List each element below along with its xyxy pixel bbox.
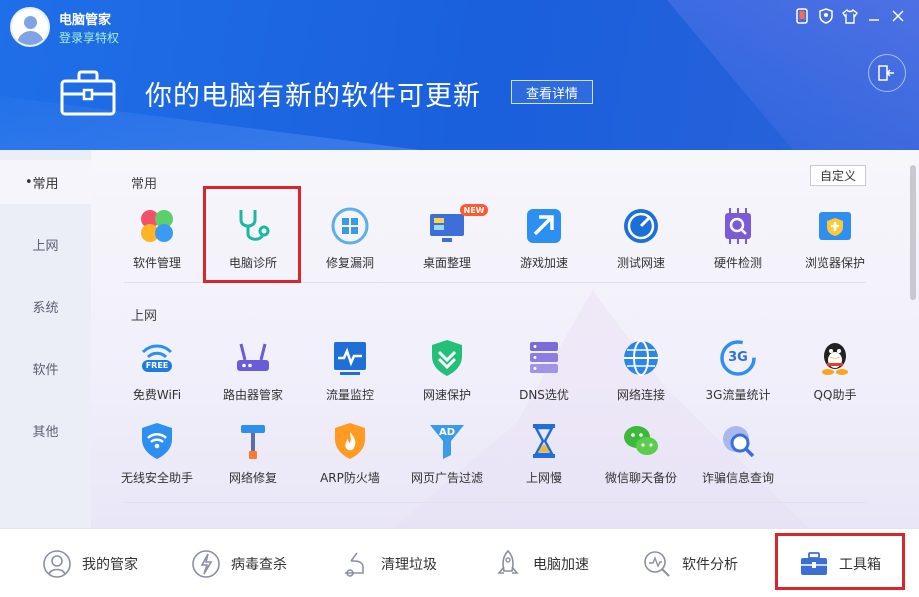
tool-wireless-security[interactable]: 无线安全助手: [108, 421, 206, 491]
panel-exit-icon: [878, 65, 894, 81]
app-title: 电脑管家: [59, 13, 112, 28]
tool-game-boost[interactable]: 游戏加速: [495, 206, 593, 276]
qq-penguin-icon: [815, 338, 855, 378]
tool-free-wifi[interactable]: FREE 免费WiFi: [108, 338, 206, 408]
tool-qq-assistant[interactable]: QQ助手: [786, 338, 884, 408]
dns-icon: [524, 338, 564, 378]
shirt-icon[interactable]: [841, 7, 859, 25]
firewall-icon: [330, 421, 370, 461]
exit-panel-button[interactable]: [868, 54, 906, 92]
nav-virus-scan[interactable]: 病毒查杀: [191, 529, 287, 597]
highlight-pc-clinic: [203, 186, 301, 283]
window-controls: [793, 7, 907, 25]
sidebar-item-other[interactable]: 其他: [0, 408, 91, 452]
hardware-check-icon: [718, 206, 758, 246]
highlight-toolbox: [775, 533, 905, 590]
shield-icon[interactable]: [817, 7, 835, 25]
virus-scan-icon: [192, 549, 220, 578]
avatar[interactable]: [10, 7, 50, 47]
update-headline: 你的电脑有新的软件可更新: [145, 81, 481, 112]
tool-wechat-backup[interactable]: 微信聊天备份: [592, 421, 690, 491]
sidebar-item-system[interactable]: 系统: [0, 284, 91, 328]
tool-traffic-monitor[interactable]: 流量监控: [301, 338, 399, 408]
software-manager-icon: [137, 206, 177, 246]
3g-icon: 3G: [718, 338, 758, 378]
network-repair-icon: [233, 421, 273, 461]
tool-software-manager[interactable]: 软件管理: [108, 206, 206, 276]
sidebar-item-software[interactable]: 软件: [0, 346, 91, 390]
nav-clean-junk[interactable]: 清理垃圾: [341, 529, 437, 597]
tool-browser-protection[interactable]: 浏览器保护: [786, 206, 884, 276]
toolbox-icon: [60, 70, 116, 116]
tool-network-repair[interactable]: 网络修复: [204, 421, 302, 491]
repair-vulnerability-icon: [330, 206, 370, 246]
wifi-shield-icon: [137, 421, 177, 461]
nav-my-butler[interactable]: 我的管家: [42, 529, 138, 597]
tool-repair-vulnerability[interactable]: 修复漏洞: [301, 206, 399, 276]
tool-arp-firewall[interactable]: ARP防火墙: [301, 421, 399, 491]
sidebar-item-common[interactable]: 常用: [0, 160, 91, 204]
browser-protection-icon: [815, 206, 855, 246]
router-icon: [233, 338, 273, 378]
tool-slow-internet[interactable]: 上网慢: [495, 421, 593, 491]
tool-speed-test[interactable]: 测试网速: [592, 206, 690, 276]
new-badge: NEW: [460, 204, 488, 216]
free-wifi-icon: FREE: [137, 338, 177, 378]
tool-router-manager[interactable]: 路由器管家: [204, 338, 302, 408]
customize-button[interactable]: 自定义: [810, 165, 866, 186]
speed-protection-icon: [427, 338, 467, 378]
butler-icon: [43, 549, 71, 578]
hourglass-icon: [524, 421, 564, 461]
speed-test-icon: [621, 206, 661, 246]
fraud-query-icon: [718, 421, 758, 461]
background-mountain: [391, 290, 811, 528]
traffic-monitor-icon: [330, 338, 370, 378]
tool-speed-protection[interactable]: 网速保护: [398, 338, 496, 408]
analysis-icon: [644, 550, 670, 577]
game-boost-icon: [524, 206, 564, 246]
tool-desktop-organizer[interactable]: 桌面整理: [398, 206, 496, 276]
sidebar-item-internet[interactable]: 上网: [0, 222, 91, 266]
tool-ad-filter[interactable]: AD 网页广告过滤: [398, 421, 496, 491]
nav-software-analysis[interactable]: 软件分析: [642, 529, 738, 597]
rocket-icon: [497, 549, 519, 574]
free-badge: FREE: [145, 361, 169, 370]
login-link[interactable]: 登录享特权: [59, 29, 119, 46]
minimize-icon[interactable]: [865, 7, 883, 25]
tool-dns[interactable]: DNS选优: [495, 338, 593, 408]
scrollbar[interactable]: [910, 165, 916, 300]
tool-network-connection[interactable]: 网络连接: [592, 338, 690, 408]
wechat-icon: [621, 421, 661, 461]
ad-filter-icon: AD: [427, 421, 467, 461]
tool-hardware-check[interactable]: 硬件检测: [689, 206, 787, 276]
tool-fraud-query[interactable]: 诈骗信息查询: [689, 421, 787, 491]
3g-badge: 3G: [728, 350, 748, 365]
close-icon[interactable]: [889, 7, 907, 25]
section-divider-bottom: [124, 502, 866, 503]
header-banner: 电脑管家 登录享特权 你的电脑有新的软件可更新 查看详情: [0, 0, 919, 150]
phone-icon[interactable]: [793, 7, 811, 25]
view-details-button[interactable]: 查看详情: [511, 80, 593, 104]
tool-3g-traffic[interactable]: 3G 3G流量统计: [689, 338, 787, 408]
nav-pc-boost[interactable]: 电脑加速: [493, 529, 589, 597]
section-title-internet: 上网: [131, 309, 158, 324]
vacuum-icon: [345, 552, 364, 577]
ad-badge: AD: [438, 427, 456, 438]
category-sidebar: 常用 上网 系统 软件 其他: [0, 150, 91, 528]
globe-icon: [621, 338, 661, 378]
section-title-common: 常用: [131, 177, 158, 192]
